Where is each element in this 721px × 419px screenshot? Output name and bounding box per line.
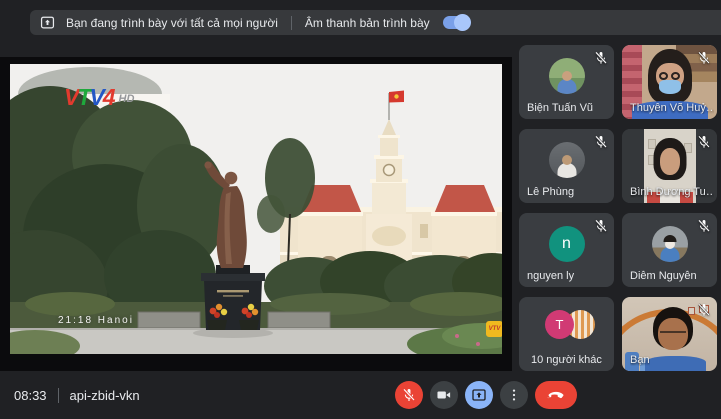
present-to-all-icon [40,15,55,30]
presentation-audio-label: Âm thanh bản trình bày [305,16,430,30]
participant-name: Bạn [630,354,650,366]
camera-button[interactable] [430,381,458,409]
avatar [549,58,585,94]
participant-name: Bình Dương Tu… [630,186,714,198]
avatar [549,142,585,178]
mic-off-icon [593,134,609,150]
participant-tile[interactable]: Thuyên Võ Huỷ… [622,45,717,119]
meeting-code: api-zbid-vkn [70,388,140,403]
banner-divider [291,16,292,30]
info-divider [58,388,59,403]
participant-name: nguyen ly [527,270,574,282]
clock-time: 08:33 [14,388,47,403]
toggle-knob [454,14,471,31]
avatar-initial: n [549,226,585,262]
avatar-initial: T [556,317,564,332]
mic-off-icon [593,50,609,66]
mic-off-icon [696,218,712,234]
participant-tile[interactable]: Biện Tuấn Vũ [519,45,614,119]
logo-letter: V [89,86,102,109]
presenting-banner: Bạn đang trình bày với tất cả mọi người … [30,10,721,35]
participant-tile[interactable]: Lê Phùng [519,129,614,203]
vtv4-logo: V T V 4 HD [64,86,134,109]
presentation-tile[interactable]: V T V 4 HD 21:18 Hanoi VTV [0,57,512,371]
hd-badge: HD [119,94,135,105]
present-button[interactable] [465,381,493,409]
participant-tile[interactable]: n nguyen ly [519,213,614,287]
mic-off-icon [593,218,609,234]
mic-off-icon [696,134,712,150]
more-vertical-icon [506,387,522,403]
vtv-watermark: VTV [486,321,502,337]
participant-tile[interactable]: Bình Dương Tu… [622,129,717,203]
presented-video: V T V 4 HD 21:18 Hanoi VTV [10,64,502,354]
logo-letter: 4 [103,86,114,109]
more-options-button[interactable] [500,381,528,409]
avatar: n [549,226,585,262]
mic-off-icon [401,387,417,403]
participant-name: Biện Tuấn Vũ [527,102,593,114]
avatar: T [545,310,574,339]
participant-name: 10 người khác [531,354,602,366]
mic-button[interactable] [395,381,423,409]
call-controls [395,381,577,409]
broadcast-timestamp: 21:18 Hanoi [58,315,134,326]
mic-off-icon [696,302,712,318]
logo-letter: V [64,86,77,109]
self-view-tile[interactable]: Bạn [622,297,717,371]
mic-off-icon [696,50,712,66]
end-call-icon [547,386,565,404]
presentation-audio-toggle[interactable] [443,16,469,29]
presenting-text: Bạn đang trình bày với tất cả mọi người [66,16,278,30]
participant-name: Diễm Nguyễn [630,270,697,282]
avatar [652,226,688,262]
meet-window: Bạn đang trình bày với tất cả mọi người … [0,0,721,419]
present-to-all-icon [471,387,487,403]
meeting-info: 08:33 api-zbid-vkn [14,371,140,419]
call-control-bar: 08:33 api-zbid-vkn [0,371,721,419]
participant-name: Lê Phùng [527,186,574,198]
end-call-button[interactable] [535,381,577,409]
participant-name: Thuyên Võ Huỷ… [630,102,714,114]
overflow-participants-tile[interactable]: T 10 người khác [519,297,614,371]
logo-letter: T [77,86,89,109]
camera-icon [436,387,452,403]
participant-tile[interactable]: Diễm Nguyễn [622,213,717,287]
